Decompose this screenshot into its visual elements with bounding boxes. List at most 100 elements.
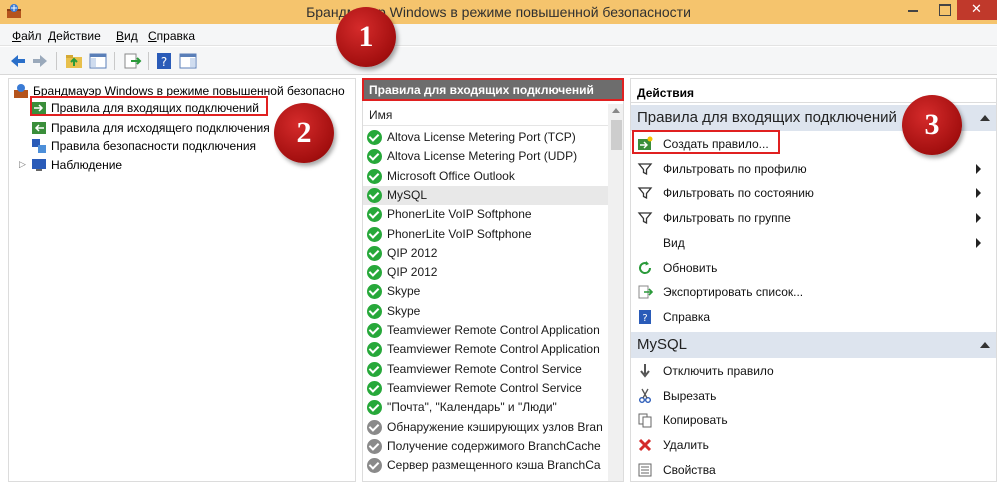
vertical-scrollbar[interactable] xyxy=(608,104,623,481)
svg-text:?: ? xyxy=(642,313,647,324)
outbound-rules-icon xyxy=(32,122,46,134)
action-label: Вырезать xyxy=(663,388,717,403)
action-item[interactable]: Обновить xyxy=(631,256,996,280)
scroll-thumb[interactable] xyxy=(611,120,622,150)
back-arrow-icon[interactable] xyxy=(8,51,28,71)
rule-name: Teamviewer Remote Control Service xyxy=(387,380,582,395)
rule-name: Teamviewer Remote Control Application xyxy=(387,323,600,337)
action-item[interactable]: Фильтровать по группе xyxy=(631,206,996,230)
rule-enabled-icon xyxy=(367,284,382,300)
help-icon[interactable]: ? xyxy=(154,51,174,71)
export-icon[interactable] xyxy=(122,51,142,71)
svg-text:?: ? xyxy=(161,55,167,69)
action-label: Копировать xyxy=(663,413,728,428)
rule-name: Skype xyxy=(387,303,421,318)
rule-name: Altova License Metering Port (TCP) xyxy=(387,130,576,144)
column-header-name[interactable]: Имя xyxy=(363,104,608,126)
menu-help[interactable]: Справка xyxy=(148,29,195,43)
rule-row[interactable]: QIP 2012 xyxy=(363,244,608,263)
rule-row[interactable]: Получение содержимого BranchCache xyxy=(363,437,608,456)
rule-name: "Почта", "Календарь" и "Люди" xyxy=(387,400,557,415)
rule-row[interactable]: Skype xyxy=(363,302,608,321)
rule-name: Microsoft Office Outlook xyxy=(387,168,515,183)
collapse-icon[interactable] xyxy=(980,342,990,348)
minimize-button[interactable] xyxy=(899,0,927,20)
action-item[interactable]: Фильтровать по профилю xyxy=(631,157,996,181)
show-hide-action-pane-icon[interactable] xyxy=(178,51,198,71)
toolbar-separator xyxy=(56,52,57,70)
action-label: Обновить xyxy=(663,260,718,275)
callout-number: 3 xyxy=(902,95,962,155)
rule-enabled-icon xyxy=(367,149,382,165)
close-button[interactable] xyxy=(957,0,997,20)
show-hide-tree-icon[interactable] xyxy=(88,51,108,71)
rule-name: Обнаружение кэширующих узлов Bran xyxy=(387,419,603,434)
rule-row[interactable]: PhonerLite VoIP Softphone xyxy=(363,205,608,224)
forward-arrow-icon[interactable] xyxy=(30,51,50,71)
rule-disabled-icon xyxy=(367,419,382,435)
help-icon: ? xyxy=(637,309,653,325)
rule-enabled-icon xyxy=(367,187,382,203)
rule-row[interactable]: Skype xyxy=(363,282,608,301)
rule-enabled-icon xyxy=(367,168,382,184)
action-item[interactable]: Копировать xyxy=(631,408,996,432)
collapse-icon[interactable] xyxy=(980,115,990,121)
rule-disabled-icon xyxy=(367,458,382,474)
section-header-label: MySQL xyxy=(637,336,688,353)
maximize-button[interactable] xyxy=(930,0,958,20)
action-label: Фильтровать по группе xyxy=(663,211,791,226)
rule-name: PhonerLite VoIP Softphone xyxy=(387,207,532,222)
action-item[interactable]: Вырезать xyxy=(631,384,996,408)
rule-row[interactable]: QIP 2012 xyxy=(363,263,608,282)
rule-row[interactable]: MySQL xyxy=(363,185,608,205)
actions-section-mysql[interactable]: MySQL xyxy=(631,332,996,358)
rule-row[interactable]: Altova License Metering Port (UDP) xyxy=(363,147,608,166)
rule-enabled-icon xyxy=(367,400,382,416)
rule-enabled-icon xyxy=(367,323,382,338)
rule-row[interactable]: Teamviewer Remote Control Application xyxy=(363,321,608,340)
rule-row[interactable]: Обнаружение кэширующих узлов Bran xyxy=(363,418,608,437)
action-item[interactable]: Удалить xyxy=(631,433,996,457)
action-item[interactable]: Фильтровать по состоянию xyxy=(631,181,996,205)
disable-icon xyxy=(637,363,653,379)
rule-row[interactable]: Teamviewer Remote Control Service xyxy=(363,379,608,398)
properties-icon xyxy=(637,462,653,478)
action-item[interactable]: Отключить правило xyxy=(631,359,996,383)
menu-action[interactable]: Действие xyxy=(48,29,101,43)
action-item[interactable]: Экспортировать список... xyxy=(631,280,996,304)
submenu-arrow-icon xyxy=(976,163,981,174)
menu-bar: Файл Действие Вид Справка xyxy=(0,24,997,46)
filter-icon xyxy=(637,161,653,177)
filter-icon xyxy=(637,210,653,226)
action-label: Вид xyxy=(663,235,685,250)
action-label: Фильтровать по профилю xyxy=(663,161,807,176)
rule-row[interactable]: Teamviewer Remote Control Application xyxy=(363,340,608,359)
toolbar-separator xyxy=(148,52,149,70)
expand-arrow-icon[interactable]: ▷ xyxy=(19,159,26,170)
submenu-arrow-icon xyxy=(976,213,981,224)
rule-row[interactable]: "Почта", "Календарь" и "Люди" xyxy=(363,398,608,417)
title-bar[interactable]: Брандмауэр Windows в режиме повышенной б… xyxy=(0,0,997,24)
rule-row[interactable]: Сервер размещенного кэша BranchCa xyxy=(363,456,608,475)
rule-name: Teamviewer Remote Control Application xyxy=(387,342,600,357)
menu-view[interactable]: Вид xyxy=(116,29,138,43)
rule-name: MySQL xyxy=(387,187,428,202)
action-item[interactable]: ? Справка xyxy=(631,305,996,329)
up-folder-icon[interactable] xyxy=(64,51,84,71)
toolbar-separator xyxy=(114,52,115,70)
rule-enabled-icon xyxy=(367,303,382,319)
action-item[interactable]: Вид xyxy=(631,231,996,255)
window-title: Брандмауэр Windows в режиме повышенной б… xyxy=(306,4,691,20)
action-label: Справка xyxy=(663,309,711,324)
delete-icon xyxy=(637,437,653,453)
rule-row[interactable]: PhonerLite VoIP Softphone xyxy=(363,225,608,244)
menu-file[interactable]: Файл xyxy=(12,29,42,43)
rule-row[interactable]: Teamviewer Remote Control Service xyxy=(363,360,608,379)
rule-name: Сервер размещенного кэша BranchCa xyxy=(387,458,601,473)
cut-icon xyxy=(637,388,653,404)
rule-row[interactable]: Microsoft Office Outlook xyxy=(363,167,608,186)
scroll-up-icon[interactable] xyxy=(612,108,620,113)
action-item[interactable]: Свойства xyxy=(631,458,996,481)
blank-icon xyxy=(637,235,653,251)
rule-row[interactable]: Altova License Metering Port (TCP) xyxy=(363,128,608,147)
